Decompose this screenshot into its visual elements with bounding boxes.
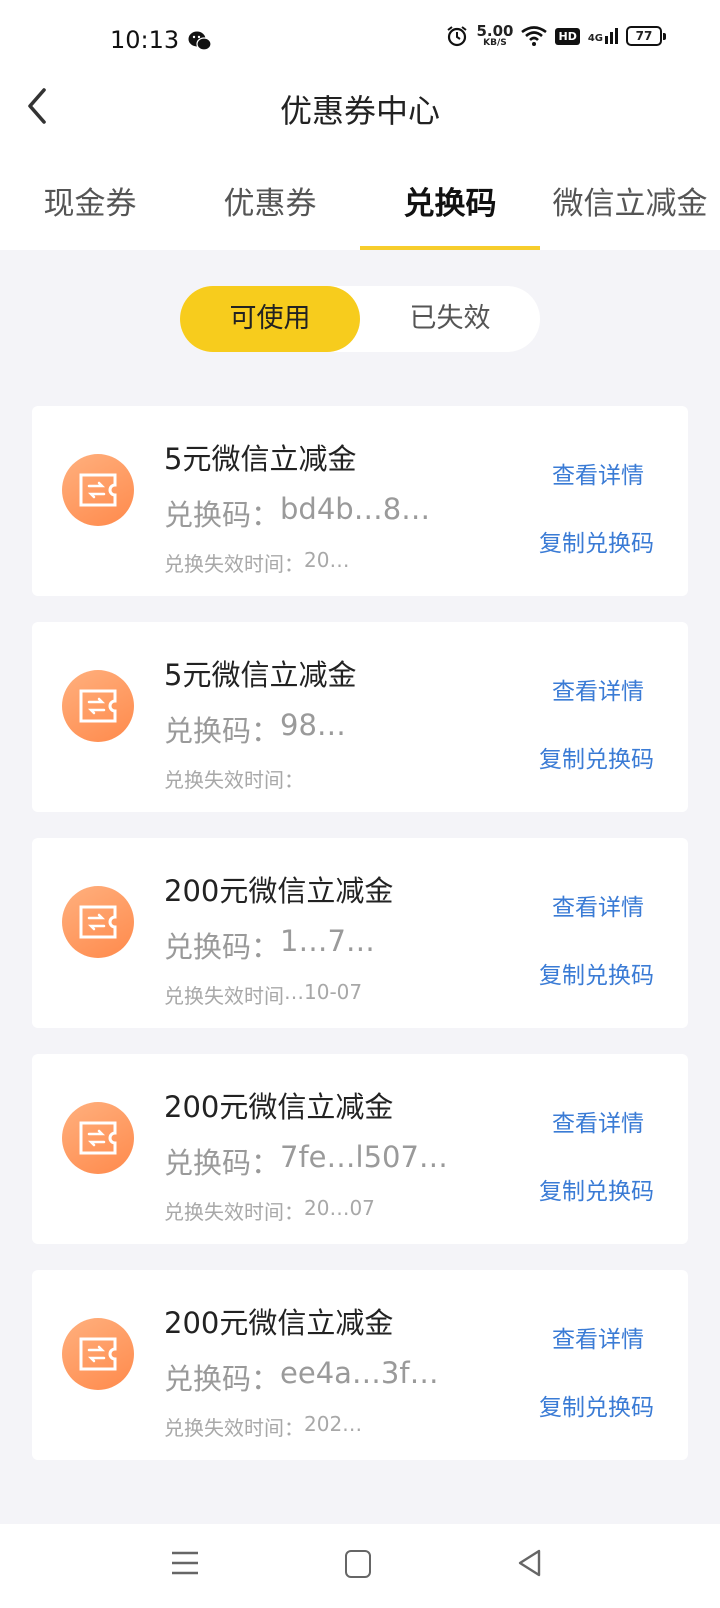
page-title: 优惠券中心 [279,92,440,130]
card-title: 200元微信立减金 [164,1090,394,1124]
network-speed: 5.00 KB/S [476,22,514,48]
status-icons: 5.00 KB/S HD 4G 77 [446,22,666,48]
tab-wechat-discount[interactable]: 微信立减金 [540,154,720,250]
card-code: 兑换码： bd4b…8… [164,492,431,532]
ticket-exchange-icon [62,1102,134,1174]
expire-value: 202… [304,1412,363,1436]
card-code: 兑换码： ee4a…3f… [164,1356,439,1396]
card-title: 5元微信立减金 [164,442,357,476]
card-expire: 兑换失效时间： 202… [164,1412,363,1440]
wifi-icon [521,26,548,46]
view-details-button[interactable]: 查看详情 [552,456,644,490]
ticket-exchange-icon [62,670,134,742]
copy-code-button[interactable]: 复制兑换码 [539,1172,654,1206]
card-code: 兑换码： 1…7… [164,924,375,964]
card-expire: 兑换失效时间： 20… [164,548,350,576]
menu-icon[interactable] [170,1550,200,1576]
card-title: 200元微信立减金 [164,874,394,908]
code-value: bd4b…8… [280,492,431,526]
ticket-exchange-icon [62,454,134,526]
code-value: ee4a…3f… [280,1356,439,1390]
card-title: 200元微信立减金 [164,1306,394,1340]
segment-available[interactable]: 可使用 [180,286,360,352]
tab-redeem-code[interactable]: 兑换码 [360,154,540,250]
category-tabs: 现金券 优惠券 兑换码 微信立减金 [0,154,720,250]
segment-expired[interactable]: 已失效 [360,286,540,352]
hd-badge: HD [555,27,580,45]
square-home-icon[interactable] [345,1550,371,1578]
redeem-card: 5元微信立减金 兑换码： bd4b…8… 兑换失效时间： 20… 查看详情 复制兑换… [32,406,688,596]
card-code: 兑换码： 7fe…l507… [164,1140,448,1180]
redeem-card: 200元微信立减金 兑换码： ee4a…3f… 兑换失效时间： 202… 查看详情 … [32,1270,688,1460]
status-time: 10:13 [110,26,180,54]
expire-value: 20… [304,548,350,572]
card-expire: 兑换失效时间 …10-07 [164,980,363,1008]
redeem-card: 200元微信立减金 兑换码： 1…7… 兑换失效时间 …10-07 查看详情 复制兑… [32,838,688,1028]
redeem-code-list: 5元微信立减金 兑换码： bd4b…8… 兑换失效时间： 20… 查看详情 复制兑换… [32,406,688,1486]
expire-value: …10-07 [284,980,363,1004]
status-bar: 10:13 5.00 KB/S HD 4G 77 [0,0,720,84]
view-details-button[interactable]: 查看详情 [552,888,644,922]
redeem-card: 200元微信立减金 兑换码： 7fe…l507… 兑换失效时间： 20…07 查看详… [32,1054,688,1244]
view-details-button[interactable]: 查看详情 [552,1320,644,1354]
wechat-icon [188,31,212,51]
tab-discount-coupon[interactable]: 优惠券 [180,154,360,250]
code-value: 7fe…l507… [280,1140,448,1174]
system-nav-bar [0,1524,720,1608]
card-expire: 兑换失效时间： 20…07 [164,1196,375,1224]
battery-icon: 77 [626,26,666,46]
view-details-button[interactable]: 查看详情 [552,1104,644,1138]
expire-value: 20…07 [304,1196,375,1220]
code-value: 98… [280,708,346,742]
copy-code-button[interactable]: 复制兑换码 [539,524,654,558]
card-code: 兑换码： 98… [164,708,346,748]
copy-code-button[interactable]: 复制兑换码 [539,956,654,990]
redeem-card: 5元微信立减金 兑换码： 98… 兑换失效时间： 查看详情 复制兑换码 [32,622,688,812]
view-details-button[interactable]: 查看详情 [552,672,644,706]
copy-code-button[interactable]: 复制兑换码 [539,1388,654,1422]
tab-cash-coupon[interactable]: 现金券 [0,154,180,250]
triangle-back-icon[interactable] [515,1548,545,1578]
status-segment: 可使用 已失效 [180,286,540,352]
ticket-exchange-icon [62,886,134,958]
ticket-exchange-icon [62,1318,134,1390]
signal-icon: 4G [588,28,618,44]
top-header: 优惠券中心 [0,84,720,154]
card-expire: 兑换失效时间： [164,768,304,792]
card-title: 5元微信立减金 [164,658,357,692]
copy-code-button[interactable]: 复制兑换码 [539,740,654,774]
alarm-icon [447,26,468,47]
code-value: 1…7… [280,924,375,958]
